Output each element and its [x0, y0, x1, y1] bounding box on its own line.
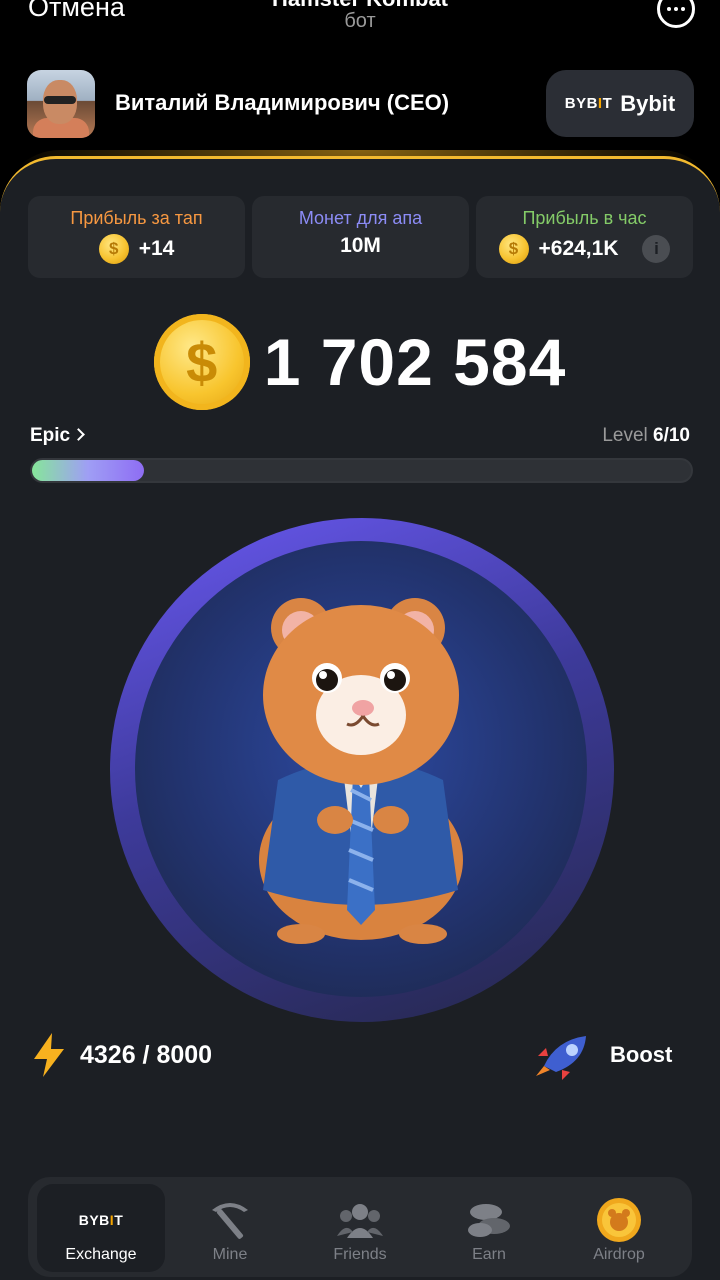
nav-label: Friends — [333, 1246, 387, 1263]
coins-stack-icon — [468, 1204, 510, 1237]
balance: $ 1 702 584 — [0, 312, 720, 412]
energy-indicator: 4326 / 8000 — [32, 1033, 213, 1077]
chevron-right-icon — [72, 428, 85, 441]
stat-card-coins-to-level-up: Монет для апа 10M — [252, 196, 469, 278]
bot-subtitle: бот — [344, 10, 376, 32]
energy-value: 4326 / 8000 — [80, 1040, 213, 1069]
rocket-icon — [536, 1036, 586, 1080]
coin-icon: $ — [498, 234, 529, 264]
stat-card-tap-profit: Прибыль за тап $ +14 — [28, 196, 245, 278]
exchange-select-label: Bybit — [620, 90, 676, 116]
pickaxe-icon — [212, 1203, 248, 1239]
nav-label: Earn — [472, 1246, 506, 1263]
league-link[interactable]: Epic — [30, 425, 85, 447]
level-value: 6/10 — [653, 425, 690, 446]
balance-value: 1 702 584 — [263, 325, 567, 399]
stat-label: Прибыль за тап — [70, 208, 203, 228]
exchange-select-button[interactable]: BYBIT Bybit — [546, 70, 694, 137]
nav-item-mine[interactable]: Mine — [166, 1184, 294, 1272]
level-progress-bar — [30, 458, 693, 483]
telegram-header: Отмена Hamster Kombat бот — [0, 0, 720, 50]
nav-item-airdrop[interactable]: Airdrop — [555, 1184, 683, 1272]
boost-label: Boost — [610, 1042, 673, 1067]
bybit-logo: BYBIT — [564, 95, 613, 112]
league-name: Epic — [30, 425, 71, 446]
lightning-icon — [34, 1033, 64, 1077]
coin-icon: $ — [98, 234, 129, 264]
nav-item-earn[interactable]: Earn — [425, 1184, 553, 1272]
level-prefix: Level — [602, 425, 648, 446]
boost-button[interactable]: Boost — [534, 1030, 672, 1080]
nav-item-exchange[interactable]: BYBIT Exchange — [37, 1184, 165, 1272]
stat-card-hourly-profit[interactable]: Прибыль в час $ +624,1K i — [476, 196, 693, 278]
stat-value: +14 — [138, 237, 175, 260]
friends-icon — [337, 1204, 383, 1238]
hamster-character[interactable] — [243, 590, 483, 950]
info-icon[interactable]: i — [642, 235, 671, 263]
stat-value: +624,1K — [538, 237, 619, 260]
level-indicator: Level 6/10 — [602, 425, 690, 447]
bybit-logo: BYBIT — [78, 1212, 124, 1228]
nav-label: Mine — [212, 1246, 248, 1263]
airdrop-coin-icon — [597, 1198, 641, 1242]
user-header: Виталий Владимирович (CEO) BYBIT Bybit — [0, 60, 720, 150]
stat-label: Монет для апа — [298, 208, 423, 228]
level-row: Epic Level 6/10 — [30, 425, 690, 449]
level-progress-fill — [32, 460, 145, 481]
nav-label: Airdrop — [593, 1246, 645, 1263]
stat-label: Прибыль в час — [522, 208, 647, 228]
bottom-nav: BYBIT Exchange Mine Friends Earn Airdrop — [28, 1177, 692, 1277]
dollar-coin-icon: $ — [153, 314, 250, 410]
nav-label: Exchange — [65, 1246, 137, 1263]
avatar[interactable] — [27, 70, 95, 138]
user-name: Виталий Владимирович (CEO) — [115, 90, 450, 115]
nav-item-friends[interactable]: Friends — [296, 1184, 424, 1272]
stat-value: 10M — [340, 234, 381, 257]
